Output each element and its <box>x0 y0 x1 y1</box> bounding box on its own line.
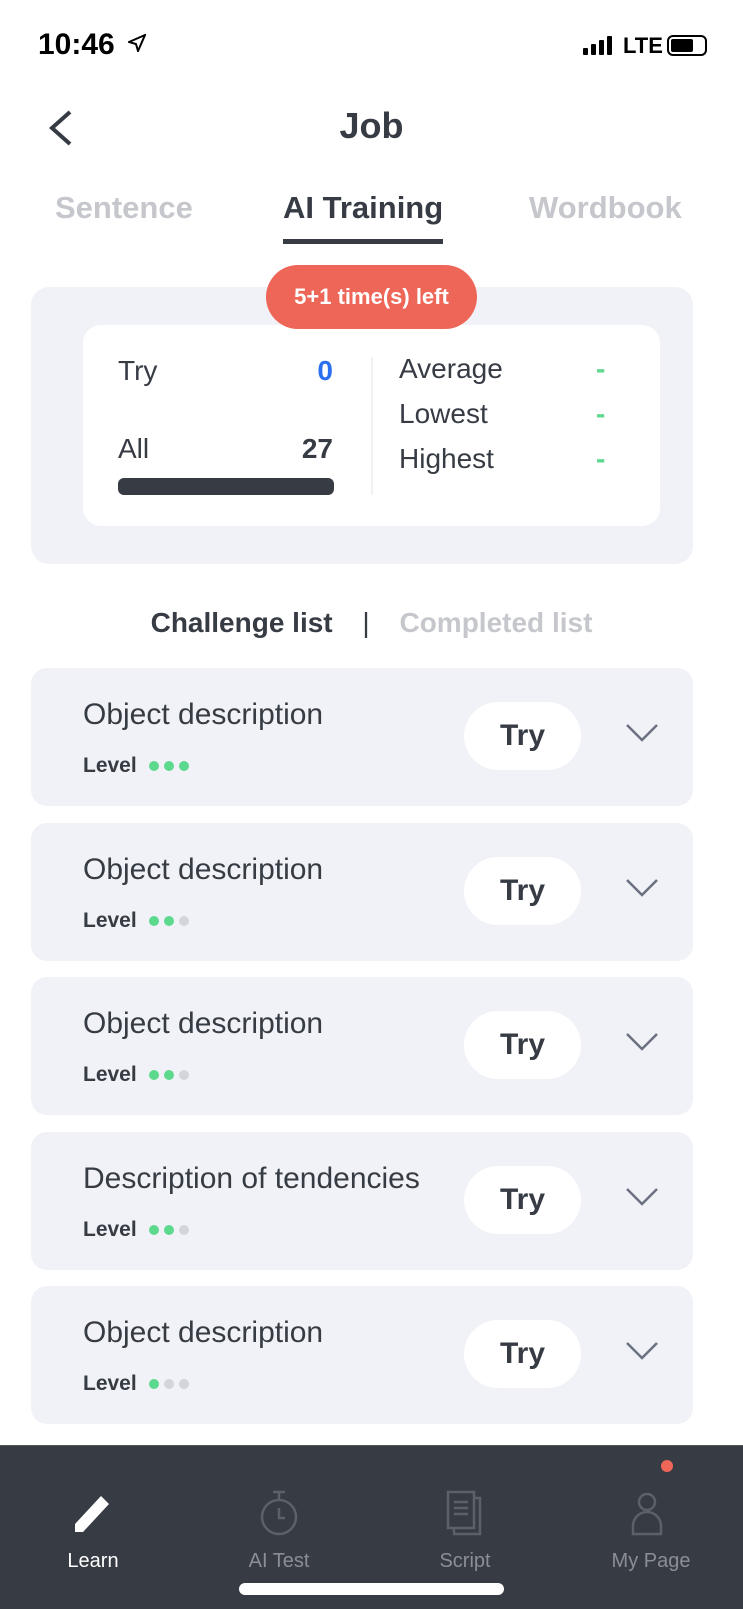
item-level: Level <box>83 1218 189 1242</box>
pencil-icon <box>75 1496 109 1532</box>
attempts-left-badge: 5+1 time(s) left <box>266 265 477 329</box>
level-dot <box>148 1070 159 1080</box>
tab-label: Learn <box>67 1550 119 1572</box>
tab-ai-test[interactable]: AI Test <box>186 1446 372 1573</box>
level-dot <box>148 915 159 926</box>
notification-dot <box>661 1460 673 1472</box>
all-value: 27 <box>301 433 333 464</box>
network-label: LTE <box>623 33 663 58</box>
level-dot <box>178 1379 189 1389</box>
item-level: Level <box>83 909 189 933</box>
divider <box>371 357 373 495</box>
completed-list-tab[interactable]: Completed list <box>399 607 592 639</box>
home-indicator <box>239 1583 504 1595</box>
level-dots <box>148 1224 189 1235</box>
try-label: Try <box>118 355 158 386</box>
tab-bar-top: Sentence AI Training Wordbook <box>0 190 743 250</box>
try-button[interactable]: Try <box>464 1165 581 1234</box>
tab-my-page[interactable]: My Page <box>558 1446 743 1573</box>
list-item[interactable]: Object description Level Try <box>31 977 693 1115</box>
page-title: Job <box>339 105 404 146</box>
stopwatch-icon <box>260 1490 298 1536</box>
level-label: Level <box>83 1217 137 1241</box>
tab-learn[interactable]: Learn <box>0 1446 186 1573</box>
lowest-label: Lowest <box>399 398 488 429</box>
all-progress-bar <box>118 478 334 495</box>
tab-ai-training[interactable]: AI Training <box>283 190 444 244</box>
level-dots <box>148 915 189 926</box>
user-icon <box>631 1492 663 1536</box>
list-switch: Challenge list | Completed list <box>0 607 743 639</box>
level-dot <box>148 1379 159 1389</box>
highest-label: Highest <box>399 443 494 474</box>
location-arrow-icon <box>128 34 146 52</box>
item-title: Object description <box>83 1316 324 1349</box>
chevron-down-icon[interactable] <box>625 878 659 898</box>
level-dot <box>178 1224 189 1235</box>
level-dot <box>163 915 174 926</box>
level-label: Level <box>83 754 137 777</box>
chevron-down-icon[interactable] <box>625 1187 659 1207</box>
level-label: Level <box>83 1372 137 1395</box>
level-dot <box>163 761 174 771</box>
try-button[interactable]: Try <box>464 702 581 770</box>
tab-label: My Page <box>611 1550 691 1572</box>
lowest-value: - <box>596 398 606 429</box>
tab-script[interactable]: Script <box>372 1446 558 1573</box>
list-item[interactable]: Description of tendencies Level Try <box>31 1131 693 1270</box>
try-value: 0 <box>317 355 333 386</box>
item-title: Object description <box>83 852 324 886</box>
all-label: All <box>118 433 150 464</box>
chevron-down-icon[interactable] <box>625 723 659 743</box>
level-dots <box>148 1070 189 1080</box>
list-item[interactable]: Object description Level Try <box>31 822 693 961</box>
status-bar: 10:46 LTE <box>0 0 743 90</box>
list-item[interactable]: Object description Level Try <box>31 1286 693 1424</box>
item-level: Level <box>83 1372 189 1396</box>
stats-card: Try 0 All 27 Average - Lowest - Highest … <box>83 325 660 526</box>
level-dots <box>148 761 189 771</box>
highest-value: - <box>596 443 606 474</box>
item-title: Description of tendencies <box>83 1161 420 1195</box>
level-dot <box>178 915 189 926</box>
average-label: Average <box>399 353 503 384</box>
level-dot <box>178 761 189 771</box>
level-dot <box>163 1070 174 1080</box>
level-dot <box>163 1379 174 1389</box>
item-title: Object description <box>83 698 324 731</box>
tab-sentence[interactable]: Sentence <box>55 190 193 226</box>
challenge-list-tab[interactable]: Challenge list <box>151 607 333 639</box>
level-dots <box>148 1379 189 1389</box>
level-dot <box>178 1070 189 1080</box>
tab-label: Script <box>439 1550 491 1572</box>
try-button[interactable]: Try <box>464 856 581 925</box>
signal-icon <box>583 36 612 55</box>
average-value: - <box>596 353 606 384</box>
level-label: Level <box>83 908 137 932</box>
tab-label: AI Test <box>248 1550 310 1572</box>
level-dot <box>148 761 159 771</box>
separator: | <box>362 607 370 638</box>
chevron-down-icon[interactable] <box>625 1032 659 1052</box>
tab-wordbook[interactable]: Wordbook <box>529 190 682 226</box>
level-dot <box>163 1224 174 1235</box>
status-time: 10:46 <box>38 28 115 61</box>
battery-icon <box>667 35 707 56</box>
level-dot <box>148 1224 159 1235</box>
item-level: Level <box>83 1063 189 1087</box>
list-item[interactable]: Object description Level Try <box>31 668 693 806</box>
chevron-down-icon[interactable] <box>625 1341 659 1361</box>
try-button[interactable]: Try <box>464 1320 581 1388</box>
try-button[interactable]: Try <box>464 1011 581 1079</box>
item-level: Level <box>83 754 189 778</box>
level-label: Level <box>83 1063 137 1086</box>
item-title: Object description <box>83 1007 324 1040</box>
document-icon <box>446 1490 482 1536</box>
